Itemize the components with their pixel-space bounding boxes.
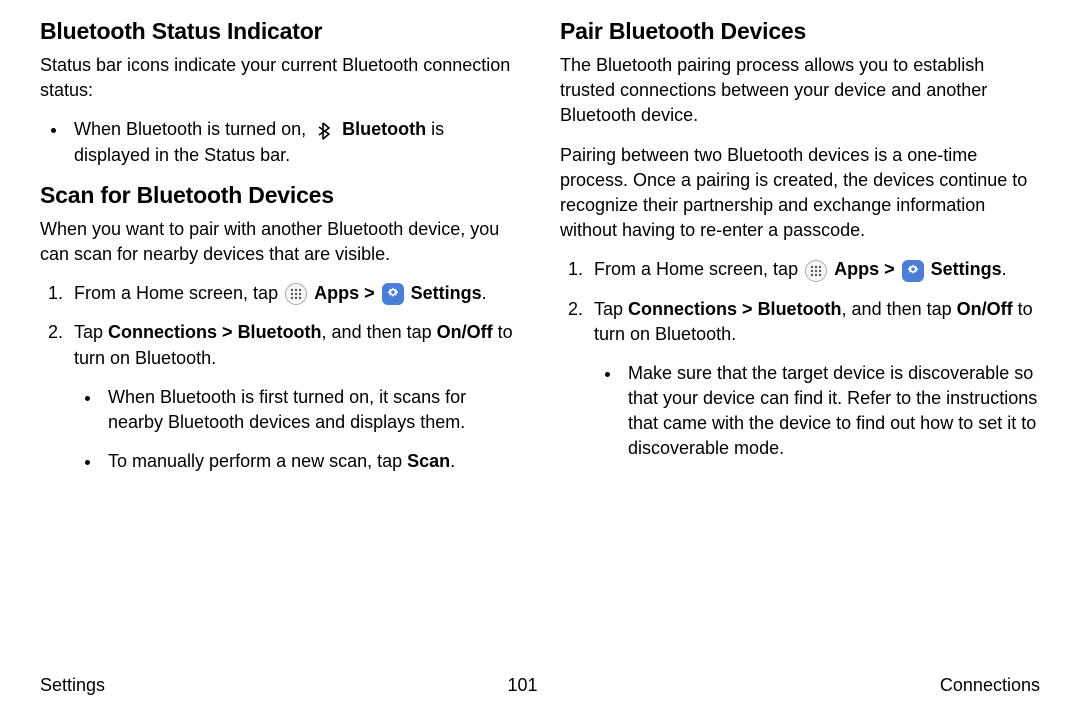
text: .: [450, 451, 455, 471]
list-item: When Bluetooth is turned on, Bluetooth i…: [68, 117, 520, 167]
intro-text: When you want to pair with another Bluet…: [40, 217, 520, 267]
list-item: From a Home screen, tap Apps > Settings.: [588, 257, 1040, 282]
text: , and then tap: [842, 299, 957, 319]
page-content: Bluetooth Status Indicator Status bar ic…: [0, 0, 1080, 488]
bullet-list: Make sure that the target device is disc…: [594, 361, 1040, 462]
settings-icon: [902, 260, 924, 282]
text: When Bluetooth is turned on,: [74, 119, 311, 139]
list-item: To manually perform a new scan, tap Scan…: [102, 449, 520, 474]
bold-text: On/Off: [957, 299, 1013, 319]
separator: >: [737, 299, 758, 319]
text: .: [482, 283, 487, 303]
bold-text: Connections: [628, 299, 737, 319]
bold-text: Settings: [411, 283, 482, 303]
footer-right: Connections: [940, 675, 1040, 696]
text: To manually perform a new scan, tap: [108, 451, 407, 471]
bullet-list: When Bluetooth is turned on, Bluetooth i…: [40, 117, 520, 167]
apps-icon: [805, 260, 827, 282]
bluetooth-icon: [313, 120, 335, 142]
left-column: Bluetooth Status Indicator Status bar ic…: [40, 18, 520, 488]
settings-icon: [382, 283, 404, 305]
right-column: Pair Bluetooth Devices The Bluetooth pai…: [560, 18, 1040, 488]
text: .: [1002, 259, 1007, 279]
text: From a Home screen, tap: [594, 259, 803, 279]
list-item: Tap Connections > Bluetooth, and then ta…: [588, 297, 1040, 462]
bold-text: Bluetooth: [342, 119, 426, 139]
apps-icon: [285, 283, 307, 305]
bold-text: Settings: [931, 259, 1002, 279]
page-number: 101: [507, 675, 537, 696]
numbered-list: From a Home screen, tap Apps > Settings.…: [560, 257, 1040, 461]
page-footer: Settings 101 Connections: [40, 675, 1040, 696]
text: , and then tap: [322, 322, 437, 342]
intro-text: Status bar icons indicate your current B…: [40, 53, 520, 103]
heading-bluetooth-status: Bluetooth Status Indicator: [40, 18, 520, 45]
bold-text: Apps: [314, 283, 359, 303]
bullet-list: When Bluetooth is first turned on, it sc…: [74, 385, 520, 475]
list-item: When Bluetooth is first turned on, it sc…: [102, 385, 520, 435]
footer-left: Settings: [40, 675, 105, 696]
text: Tap: [594, 299, 628, 319]
heading-scan-devices: Scan for Bluetooth Devices: [40, 182, 520, 209]
bold-text: Connections: [108, 322, 217, 342]
separator: >: [217, 322, 238, 342]
list-item: Tap Connections > Bluetooth, and then ta…: [68, 320, 520, 474]
text: Tap: [74, 322, 108, 342]
bold-text: Bluetooth: [238, 322, 322, 342]
numbered-list: From a Home screen, tap Apps > Settings.…: [40, 281, 520, 474]
heading-pair-devices: Pair Bluetooth Devices: [560, 18, 1040, 45]
list-item: From a Home screen, tap Apps > Settings.: [68, 281, 520, 306]
text: From a Home screen, tap: [74, 283, 283, 303]
separator: >: [879, 259, 900, 279]
separator: >: [359, 283, 380, 303]
bold-text: On/Off: [437, 322, 493, 342]
bold-text: Scan: [407, 451, 450, 471]
bold-text: Bluetooth: [758, 299, 842, 319]
paragraph: Pairing between two Bluetooth devices is…: [560, 143, 1040, 244]
bold-text: Apps: [834, 259, 879, 279]
paragraph: The Bluetooth pairing process allows you…: [560, 53, 1040, 129]
list-item: Make sure that the target device is disc…: [622, 361, 1040, 462]
